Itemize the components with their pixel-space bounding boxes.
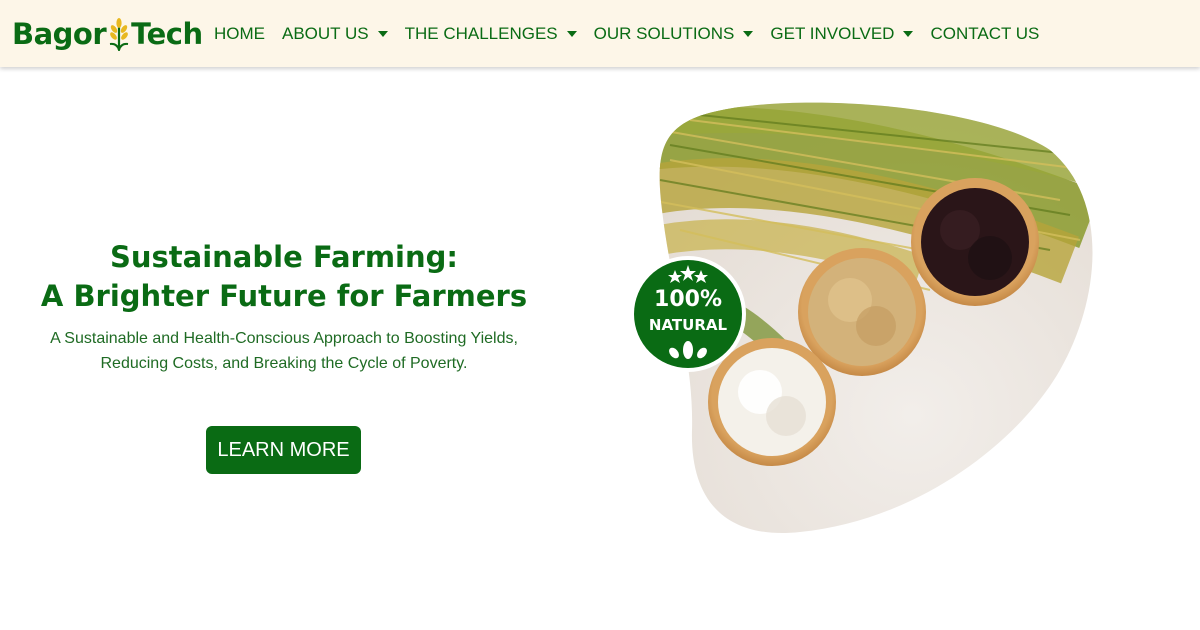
hero-subtitle-line-2: Reducing Costs, and Breaking the Cycle o… [100,355,468,372]
nav-home[interactable]: HOME [214,24,265,44]
nav-contact-us[interactable]: CONTACT US [930,24,1039,44]
hero-subtitle-line-1: A Sustainable and Health-Conscious Appro… [50,330,518,347]
badge-percent-text: 100% [654,287,722,312]
nav-about-us[interactable]: ABOUT US [282,24,388,44]
natural-badge: 100% NATURAL [630,256,746,372]
brand-name-right: Tech [131,17,203,51]
nav-our-solutions[interactable]: OUR SOLUTIONS [594,24,754,44]
nav-home-label: HOME [214,23,265,43]
main-nav: HOME ABOUT US THE CHALLENGES OUR SOLUTIO… [214,0,1056,67]
caret-down-icon [743,30,754,37]
brand-name-left: Bagor [12,17,107,51]
hero-text-block: Sustainable Farming: A Brighter Future f… [20,238,548,376]
nav-the-challenges-label: THE CHALLENGES [404,23,558,43]
nav-contact-us-label: CONTACT US [930,23,1040,43]
nav-get-involved[interactable]: GET INVOLVED [770,23,914,44]
caret-down-icon [377,30,388,37]
caret-down-icon [903,30,914,37]
hero-subtitle: A Sustainable and Health-Conscious Appro… [20,326,548,376]
brand-logo[interactable]: Bagor Tech [12,14,203,54]
nav-get-involved-label: GET INVOLVED [770,23,895,43]
learn-more-button[interactable]: LEARN MORE [206,426,361,474]
top-navbar: Bagor Tech HOME ABOUT US THE CHALLENGES … [0,0,1200,67]
caret-down-icon [566,30,577,37]
hero-title-line-2: A Brighter Future for Farmers [40,279,528,313]
rice-bowls-illustration: 100% NATURAL [630,102,1093,534]
wheat-icon [110,18,129,51]
hero-image: 100% NATURAL [630,100,1100,550]
hero-title-line-1: Sustainable Farming: [110,240,458,274]
nav-our-solutions-label: OUR SOLUTIONS [593,23,735,43]
nav-about-us-label: ABOUT US [282,23,369,43]
badge-natural-text: NATURAL [649,316,728,334]
black-rice-bowl [911,178,1039,306]
nav-the-challenges[interactable]: THE CHALLENGES [405,24,577,44]
white-rice-bowl [708,338,836,466]
hero-title: Sustainable Farming: A Brighter Future f… [20,238,548,316]
